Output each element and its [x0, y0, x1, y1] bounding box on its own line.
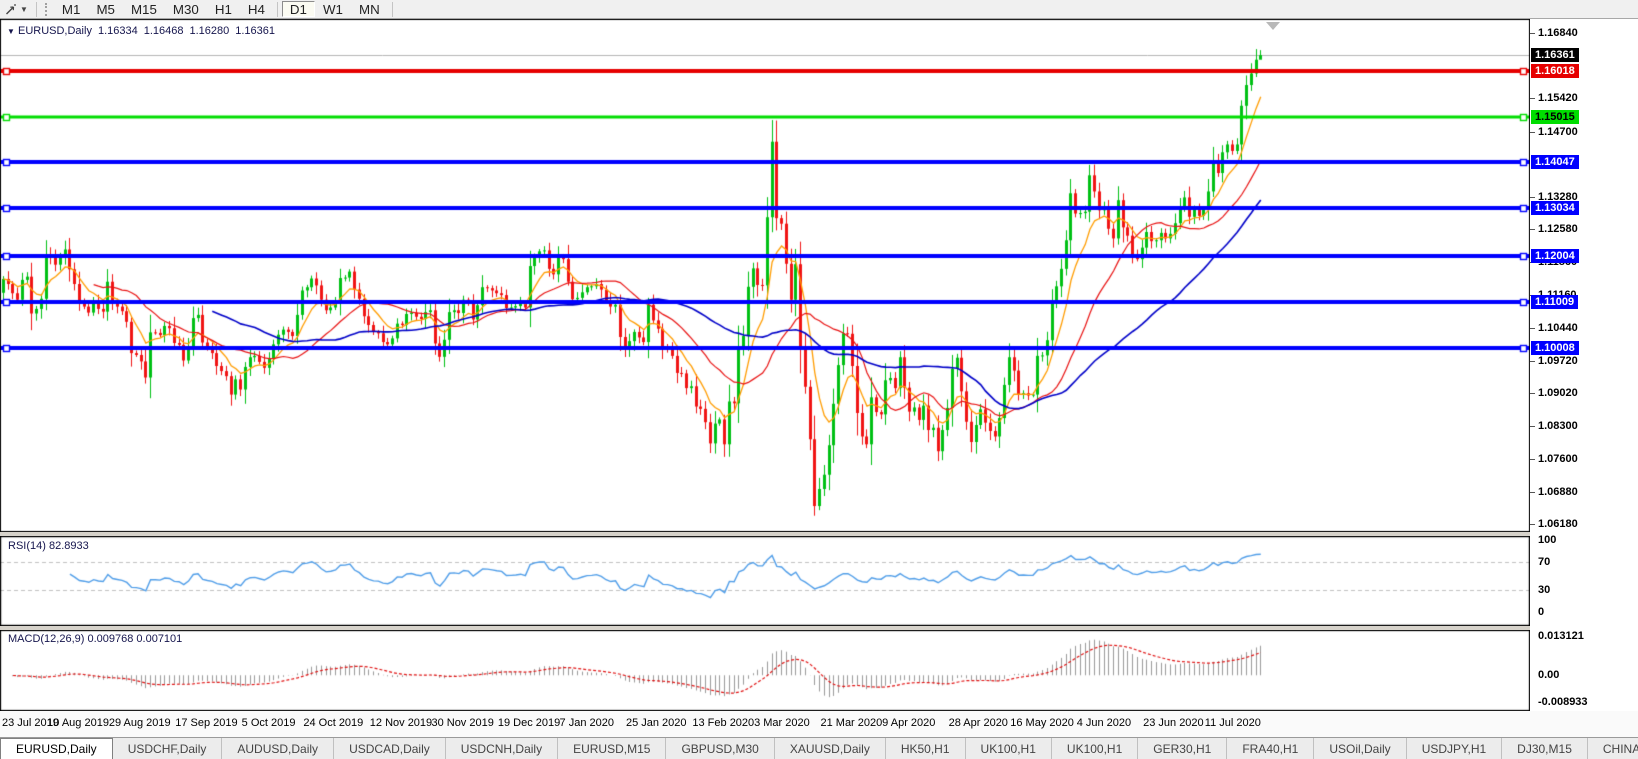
hline-price-badge: 1.15015	[1531, 110, 1579, 124]
chart-tab-dj30-m15[interactable]: DJ30,M15	[1502, 738, 1588, 759]
chart-tab-xauusd-daily[interactable]: XAUUSD,Daily	[775, 738, 886, 759]
date-label: 23 Jun 2020	[1143, 717, 1204, 729]
date-label: 16 May 2020	[1010, 717, 1074, 729]
chart-tab-ger30-h1[interactable]: GER30,H1	[1138, 738, 1227, 759]
chart-tab-usdjpy-h1[interactable]: USDJPY,H1	[1407, 738, 1502, 759]
macd-scale-tick: 0.013121	[1538, 630, 1584, 643]
toolbar-separator	[277, 2, 278, 17]
price-low: 1.16280	[189, 25, 229, 37]
chart-tab-gbpusd-m30[interactable]: GBPUSD,M30	[666, 738, 774, 759]
chart-tab-uk100-h1[interactable]: UK100,H1	[1052, 738, 1138, 759]
date-label: 24 Oct 2019	[303, 717, 363, 729]
hline-price-badge: 1.11009	[1531, 295, 1578, 309]
price-open: 1.16334	[98, 25, 138, 37]
date-label: 10 Aug 2019	[47, 717, 109, 729]
chart-tab-audusd-daily[interactable]: AUDUSD,Daily	[222, 738, 334, 759]
symbol-dropdown-icon[interactable]: ▼	[7, 27, 15, 36]
macd-scale-tick: -0.008933	[1538, 696, 1588, 709]
rsi-scale-tick: 0	[1538, 606, 1544, 619]
rsi-scale-tick: 100	[1538, 534, 1556, 547]
price-axis[interactable]: 1.168401.154201.147001.132801.125801.118…	[1530, 19, 1638, 711]
hline-price-badge: 1.13034	[1531, 201, 1579, 215]
date-axis[interactable]: 23 Jul 201910 Aug 201929 Aug 201917 Sep …	[0, 711, 1638, 737]
price-high: 1.16468	[144, 25, 184, 37]
price-close: 1.16361	[235, 25, 275, 37]
chart-tab-bar: EURUSD,DailyUSDCHF,DailyAUDUSD,DailyUSDC…	[0, 737, 1638, 759]
main-chart-canvas[interactable]	[0, 19, 1530, 532]
date-label: 11 Jul 2020	[1205, 717, 1261, 729]
hline-price-badge: 1.10008	[1531, 341, 1579, 355]
timeframe-button-mn[interactable]: MN	[351, 1, 388, 17]
price-tick: 1.10440	[1538, 322, 1578, 335]
rsi-label: RSI(14) 82.8933	[8, 540, 89, 552]
current-price-badge: 1.16361	[1531, 48, 1579, 62]
drawing-tool-icon[interactable]	[4, 2, 18, 16]
timeframe-button-h1[interactable]: H1	[207, 1, 240, 17]
price-tick: 1.07600	[1538, 453, 1578, 466]
chart-tab-eurusd-daily[interactable]: EURUSD,Daily	[0, 738, 113, 759]
tabs-container: EURUSD,DailyUSDCHF,DailyAUDUSD,DailyUSDC…	[0, 738, 1638, 759]
date-label: 9 Apr 2020	[882, 717, 935, 729]
rsi-scale-tick: 30	[1538, 584, 1550, 597]
price-tick: 1.09720	[1538, 355, 1578, 368]
macd-panel-canvas[interactable]	[0, 630, 1530, 711]
chart-tab-china300-h4[interactable]: CHINA300,H4	[1588, 738, 1638, 759]
price-tick: 1.09020	[1538, 387, 1578, 400]
timeframe-button-d1[interactable]: D1	[282, 1, 315, 17]
date-label: 28 Apr 2020	[949, 717, 1008, 729]
price-tick: 1.15420	[1538, 92, 1578, 105]
timeframe-button-m1[interactable]: M1	[54, 1, 89, 17]
date-label: 7 Jan 2020	[560, 717, 614, 729]
rsi-panel-canvas[interactable]	[0, 536, 1530, 626]
price-tick: 1.06180	[1538, 518, 1578, 531]
hline-price-badge: 1.12004	[1531, 249, 1579, 263]
date-label: 4 Jun 2020	[1077, 717, 1131, 729]
toolbar-grip[interactable]	[45, 3, 49, 16]
timeframe-button-m15[interactable]: M15	[123, 1, 165, 17]
date-label: 29 Aug 2019	[109, 717, 171, 729]
rsi-scale-tick: 70	[1538, 556, 1550, 569]
timeframe-button-h4[interactable]: H4	[240, 1, 273, 17]
timeframe-buttons: M1M5M15M30H1H4 D1W1MN	[54, 1, 397, 17]
price-tick: 1.12580	[1538, 223, 1578, 236]
date-label: 17 Sep 2019	[175, 717, 237, 729]
date-label: 19 Dec 2019	[498, 717, 560, 729]
chart-tab-usdcad-daily[interactable]: USDCAD,Daily	[334, 738, 446, 759]
date-label: 13 Feb 2020	[692, 717, 754, 729]
macd-label: MACD(12,26,9) 0.009768 0.007101	[8, 633, 182, 645]
chart-title: ▼ EURUSD,Daily 1.16334 1.16468 1.16280 1.163…	[7, 25, 275, 37]
timeframe-button-w1[interactable]: W1	[315, 1, 351, 17]
date-label: 12 Nov 2019	[370, 717, 432, 729]
price-tick: 1.16840	[1538, 27, 1578, 40]
price-tick: 1.08300	[1538, 420, 1578, 433]
macd-scale-tick: 0.00	[1538, 669, 1559, 682]
chart-tab-fra40-h1[interactable]: FRA40,H1	[1227, 738, 1314, 759]
timeframe-button-m5[interactable]: M5	[88, 1, 123, 17]
date-label: 30 Nov 2019	[431, 717, 493, 729]
hline-price-badge: 1.16018	[1531, 64, 1579, 78]
toolbar-separator	[36, 2, 37, 17]
chart-shift-marker[interactable]	[1266, 22, 1280, 30]
price-tick: 1.06880	[1538, 486, 1578, 499]
chart-tab-hk50-h1[interactable]: HK50,H1	[886, 738, 966, 759]
date-label: 3 Mar 2020	[754, 717, 810, 729]
date-label: 5 Oct 2019	[242, 717, 296, 729]
hline-price-badge: 1.14047	[1531, 155, 1579, 169]
chart-tab-usdcnh-daily[interactable]: USDCNH,Daily	[446, 738, 558, 759]
chart-tab-usoil-daily[interactable]: USOil,Daily	[1314, 738, 1406, 759]
chart-symbol: EURUSD,Daily	[18, 25, 92, 37]
tool-dropdown-caret[interactable]: ▼	[20, 5, 28, 14]
timeframe-toolbar: ▼ M1M5M15M30H1H4 D1W1MN	[0, 0, 1638, 19]
date-label: 25 Jan 2020	[626, 717, 687, 729]
chart-tab-usdchf-daily[interactable]: USDCHF,Daily	[113, 738, 223, 759]
chart-tab-eurusd-m15[interactable]: EURUSD,M15	[558, 738, 666, 759]
timeframe-button-m30[interactable]: M30	[165, 1, 207, 17]
chart-tab-uk100-h1[interactable]: UK100,H1	[966, 738, 1052, 759]
toolbar-separator	[392, 2, 393, 17]
price-tick: 1.14700	[1538, 126, 1578, 139]
date-label: 21 Mar 2020	[820, 717, 882, 729]
